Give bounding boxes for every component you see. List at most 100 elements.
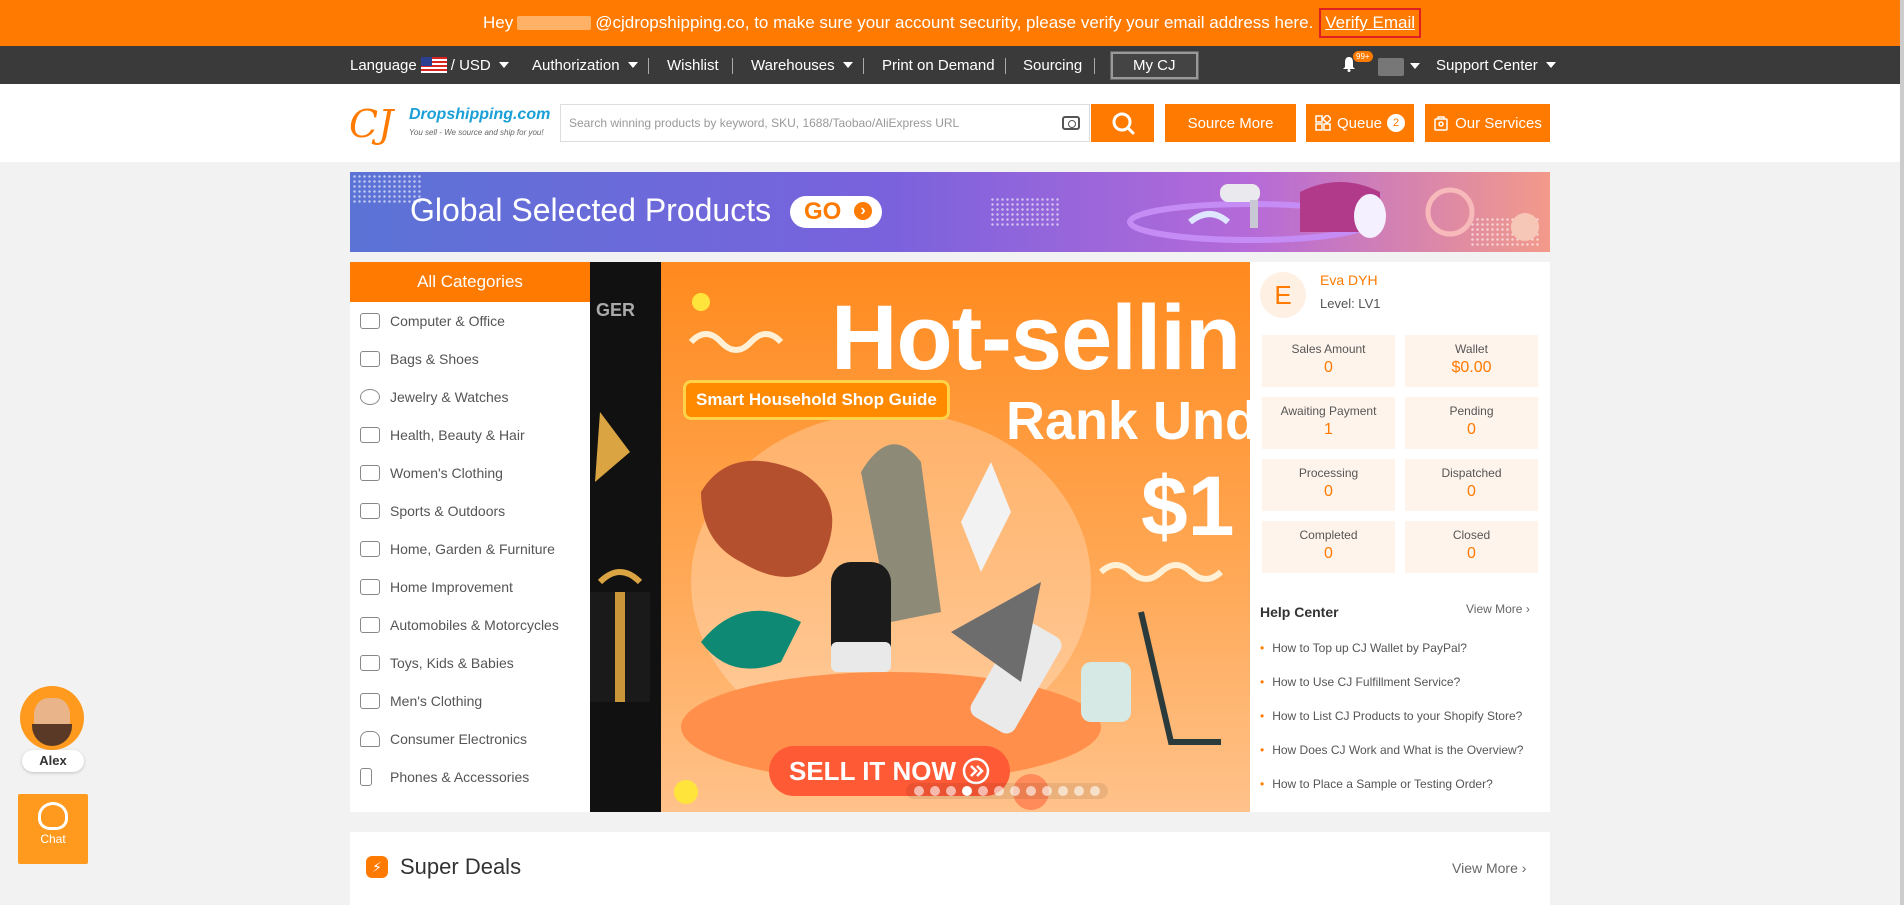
category-consumer-electronics[interactable]: Consumer Electronics (350, 720, 590, 758)
nav-support-center[interactable]: Support Center (1436, 46, 1556, 84)
stat-value: 0 (1467, 483, 1476, 500)
carousel-dot[interactable] (962, 786, 972, 796)
carousel-dot[interactable] (930, 786, 940, 796)
my-cj-button[interactable]: My CJ (1110, 50, 1199, 80)
promo-carousel[interactable]: GER Hot-sellin Rank Und $1 Smart Househo… (590, 262, 1250, 812)
user-name[interactable]: Eva DYH (1320, 272, 1378, 288)
nav-sourcing[interactable]: Sourcing (1023, 46, 1082, 84)
global-selected-products-banner[interactable]: Global Selected Products GO (350, 172, 1550, 252)
nav-print-on-demand[interactable]: Print on Demand (882, 46, 995, 84)
nav-wishlist[interactable]: Wishlist (667, 46, 719, 84)
stat-processing[interactable]: Processing 0 (1262, 459, 1395, 511)
carousel-dot[interactable] (1090, 786, 1100, 796)
all-categories-header[interactable]: All Categories (350, 262, 590, 302)
warehouses-label: Warehouses (751, 56, 835, 74)
page-scrollbar[interactable] (1900, 0, 1904, 905)
stat-value: 0 (1467, 421, 1476, 438)
source-more-button[interactable]: Source More (1165, 104, 1296, 142)
our-services-label: Our Services (1455, 114, 1542, 132)
user-avatar-letter[interactable]: E (1260, 272, 1306, 318)
stat-sales-amount[interactable]: Sales Amount 0 (1262, 335, 1395, 387)
stat-value: 0 (1324, 359, 1333, 376)
global-banner-go-button[interactable]: GO (790, 196, 882, 228)
carousel-dot[interactable] (994, 786, 1004, 796)
super-deals-view-more[interactable]: View More › (1452, 860, 1526, 876)
search-button[interactable] (1091, 104, 1154, 142)
carousel-dot[interactable] (1010, 786, 1020, 796)
support-center-label: Support Center (1436, 56, 1538, 74)
stat-closed[interactable]: Closed 0 (1405, 521, 1538, 573)
notice-greeting: Hey (482, 13, 514, 32)
stat-pending[interactable]: Pending 0 (1405, 397, 1538, 449)
super-deals-title: Super Deals (400, 854, 522, 879)
dress-icon (360, 465, 380, 481)
camera-icon[interactable] (1062, 116, 1080, 130)
category-label: Men's Clothing (390, 693, 483, 709)
category-jewelry-watches[interactable]: Jewelry & Watches (350, 378, 590, 416)
category-bags-shoes[interactable]: Bags & Shoes (350, 340, 590, 378)
help-link[interactable]: How to List CJ Products to your Shopify … (1260, 709, 1522, 723)
help-link[interactable]: How to Use CJ Fulfillment Service? (1260, 675, 1460, 689)
nav-warehouses[interactable]: Warehouses (751, 46, 853, 84)
super-deals-section: ⚡ Super Deals View More › (350, 832, 1550, 905)
help-view-more-link[interactable]: View More › (1466, 602, 1530, 616)
category-automobiles-motorcycles[interactable]: Automobiles & Motorcycles (350, 606, 590, 644)
category-toys-kids-babies[interactable]: Toys, Kids & Babies (350, 644, 590, 682)
category-label: Bags & Shoes (390, 351, 479, 367)
stat-awaiting-payment[interactable]: Awaiting Payment 1 (1262, 397, 1395, 449)
queue-button[interactable]: Queue 2 (1306, 104, 1414, 142)
chevron-down-icon[interactable] (1410, 63, 1420, 69)
category-label: Computer & Office (390, 313, 505, 329)
nav-divider (863, 58, 864, 74)
user-avatar[interactable] (1378, 58, 1404, 76)
carousel-dot[interactable] (1042, 786, 1052, 796)
carousel-dot[interactable] (1058, 786, 1068, 796)
category-health-beauty-hair[interactable]: Health, Beauty & Hair (350, 416, 590, 454)
chevron-down-icon (498, 62, 509, 68)
help-link[interactable]: How Does CJ Work and What is the Overvie… (1260, 743, 1523, 757)
category-home-improvement[interactable]: Home Improvement (350, 568, 590, 606)
cj-dropshipping-logo[interactable]: CJ Dropshipping.com You sell - We source… (349, 102, 551, 150)
carousel-dot[interactable] (978, 786, 988, 796)
category-label: Consumer Electronics (390, 731, 527, 747)
category-mens-clothing[interactable]: Men's Clothing (350, 682, 590, 720)
our-services-button[interactable]: Our Services (1425, 104, 1550, 142)
logo-mark: CJ (349, 102, 394, 146)
sales-agent-widget[interactable]: Alex (20, 686, 86, 774)
carousel-dot[interactable] (914, 786, 924, 796)
help-link[interactable]: How to Top up CJ Wallet by PayPal? (1260, 641, 1467, 655)
top-nav-bar: Language / USD Authorization Wishlist Wa… (0, 46, 1904, 84)
chat-button[interactable]: Chat (18, 794, 88, 864)
category-womens-clothing[interactable]: Women's Clothing (350, 454, 590, 492)
verify-email-link[interactable]: Verify Email (1319, 8, 1422, 38)
sell-it-now-label: SELL IT NOW (789, 755, 957, 786)
queue-icon (1315, 115, 1331, 131)
help-link[interactable]: How to Place a Sample or Testing Order? (1260, 777, 1493, 791)
bag-icon (360, 351, 380, 367)
logo-name: Dropshipping.com (409, 106, 551, 123)
category-label: Automobiles & Motorcycles (390, 617, 559, 633)
current-slide[interactable]: Hot-sellin Rank Und $1 Smart Household S… (661, 262, 1250, 812)
chevron-right-icon: › (1525, 602, 1530, 616)
category-label: Jewelry & Watches (390, 389, 509, 405)
category-phones-accessories[interactable]: Phones & Accessories (350, 758, 590, 796)
stat-completed[interactable]: Completed 0 (1262, 521, 1395, 573)
category-sports-outdoors[interactable]: Sports & Outdoors (350, 492, 590, 530)
search-input[interactable] (561, 116, 1062, 130)
carousel-dot[interactable] (1074, 786, 1084, 796)
category-home-garden-furniture[interactable]: Home, Garden & Furniture (350, 530, 590, 568)
user-dashboard-panel: E Eva DYH Level: LV1 Sales Amount 0 Walle… (1250, 262, 1550, 812)
stat-value: 1 (1324, 421, 1333, 438)
agent-avatar (20, 686, 84, 750)
language-currency-selector[interactable]: Language / USD (350, 46, 509, 84)
nav-authorization[interactable]: Authorization (532, 46, 638, 84)
help-center-title: Help Center (1260, 604, 1339, 620)
previous-slide-text: GER (596, 300, 636, 320)
carousel-dot[interactable] (946, 786, 956, 796)
redacted-username (517, 16, 592, 30)
category-computer-office[interactable]: Computer & Office (350, 302, 590, 340)
carousel-dot[interactable] (1026, 786, 1036, 796)
stat-dispatched[interactable]: Dispatched 0 (1405, 459, 1538, 511)
stat-wallet[interactable]: Wallet $0.00 (1405, 335, 1538, 387)
services-bag-icon (1434, 116, 1448, 131)
